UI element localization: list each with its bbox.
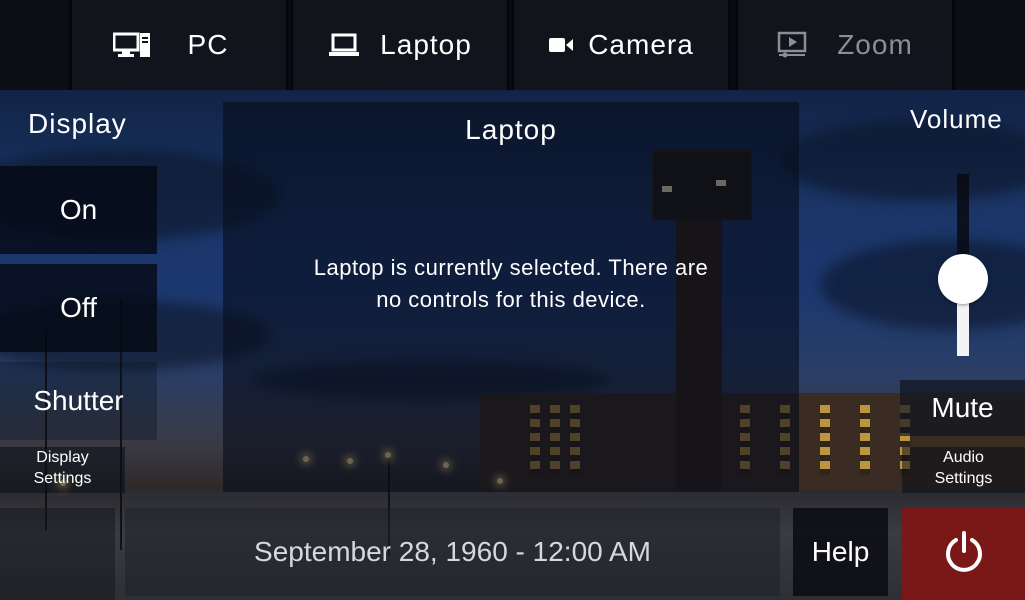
audio-settings-button[interactable]: Audio Settings <box>902 447 1025 493</box>
source-label-pc: PC <box>187 29 229 60</box>
power-icon <box>942 530 986 578</box>
footer-spacer-left <box>0 508 115 600</box>
video-camera-icon <box>548 35 574 55</box>
display-on-label: On <box>59 194 98 225</box>
source-button-camera[interactable]: Camera <box>512 0 730 90</box>
source-label-camera: Camera <box>588 29 694 60</box>
source-button-pc[interactable]: PC <box>70 0 288 90</box>
date-time-display: September 28, 1960 - 12:00 AM <box>125 508 780 596</box>
mute-label: Mute <box>931 392 994 423</box>
display-off-button[interactable]: Off <box>0 264 157 352</box>
display-title: Display <box>28 108 127 139</box>
selected-source-message: Laptop is currently selected. There are … <box>313 255 709 312</box>
selected-source-title: Laptop <box>465 114 557 145</box>
audio-settings-line2: Settings <box>934 470 993 487</box>
source-bar: PC Laptop Camera Zoom <box>0 0 1025 90</box>
display-off-label: Off <box>60 292 97 323</box>
power-button[interactable] <box>902 508 1025 600</box>
source-button-zoom[interactable]: Zoom <box>736 0 954 90</box>
audio-settings-line1: Audio <box>943 449 984 466</box>
source-button-laptop[interactable]: Laptop <box>291 0 509 90</box>
shutter-button[interactable]: Shutter <box>0 362 157 440</box>
mute-button[interactable]: Mute <box>900 380 1025 436</box>
help-label: Help <box>811 536 870 567</box>
display-settings-button[interactable]: Display Settings <box>0 447 125 493</box>
display-settings-line1: Display <box>36 449 89 466</box>
laptop-icon <box>328 33 360 57</box>
display-settings-line2: Settings <box>33 470 92 487</box>
help-button[interactable]: Help <box>793 508 888 596</box>
source-info-panel: Laptop Laptop is currently selected. The… <box>223 102 799 492</box>
source-label-laptop: Laptop <box>380 29 472 60</box>
shutter-label: Shutter <box>33 385 124 416</box>
display-on-button[interactable]: On <box>0 166 157 254</box>
desktop-pc-icon <box>112 32 151 58</box>
volume-slider-fill <box>957 301 969 356</box>
date-time-text: September 28, 1960 - 12:00 AM <box>254 536 651 567</box>
source-label-zoom: Zoom <box>837 29 913 60</box>
video-player-icon <box>777 31 807 59</box>
source-bar-spacer-right <box>956 0 1025 90</box>
source-bar-spacer-left <box>0 0 68 90</box>
volume-title: Volume <box>910 104 1003 134</box>
